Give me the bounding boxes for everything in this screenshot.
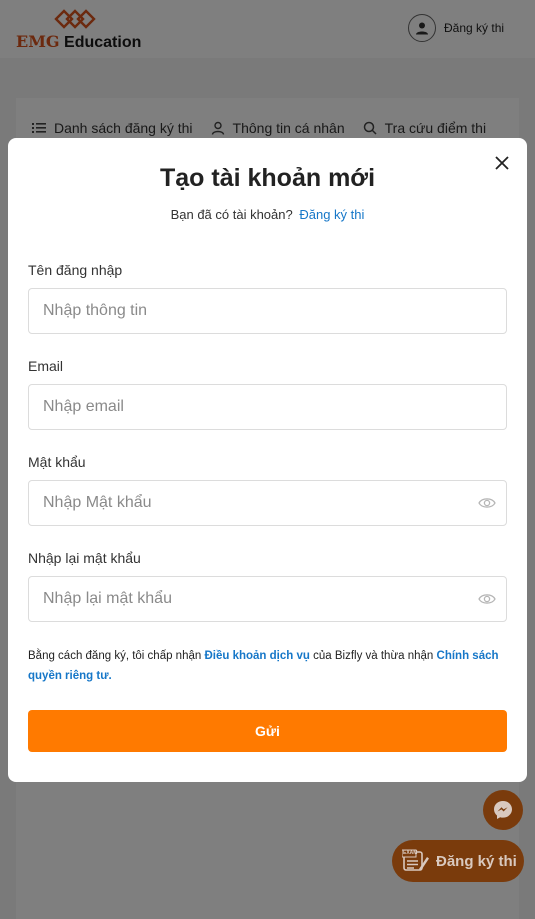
messenger-icon (494, 801, 512, 819)
confirm-password-field-box (28, 576, 507, 622)
terms-middle: của Bizfly và thừa nhận (313, 650, 434, 662)
username-input[interactable] (29, 289, 477, 333)
terms-prefix: Bằng cách đăng ký, tôi chấp nhận (28, 650, 202, 662)
password-label: Mật khẩu (28, 454, 86, 470)
exam-icon: EXAM (401, 849, 430, 873)
exam-icon-text: EXAM (403, 850, 418, 856)
email-label: Email (28, 358, 64, 374)
username-label: Tên đăng nhập (28, 262, 123, 278)
password-field-box (28, 480, 507, 526)
floating-register-label: Đăng ký thi (436, 852, 517, 870)
signup-modal: Tạo tài khoản mới Bạn đã có tài khoản? Đ… (8, 138, 527, 782)
confirm-password-input[interactable] (29, 577, 477, 621)
password-input[interactable] (29, 481, 477, 525)
modal-subtitle: Bạn đã có tài khoản? Đăng ký thi (8, 207, 527, 222)
register-link[interactable]: Đăng ký thi (299, 207, 364, 222)
email-input[interactable] (29, 385, 477, 429)
messenger-button[interactable] (483, 790, 523, 830)
eye-icon[interactable] (478, 591, 496, 607)
terms-text: Bằng cách đăng ký, tôi chấp nhận Điều kh… (28, 646, 507, 686)
submit-button[interactable]: Gửi (28, 710, 507, 752)
eye-icon[interactable] (478, 495, 496, 511)
subtitle-text: Bạn đã có tài khoản? (170, 207, 293, 222)
modal-title: Tạo tài khoản mới (159, 164, 376, 192)
email-field-box (28, 384, 507, 430)
terms-of-service-link[interactable]: Điều khoản dịch vụ (204, 650, 309, 662)
username-field-box (28, 288, 507, 334)
confirm-password-label: Nhập lại mật khẩu (28, 550, 141, 566)
floating-register-button[interactable]: EXAM Đăng ký thi (392, 840, 524, 882)
